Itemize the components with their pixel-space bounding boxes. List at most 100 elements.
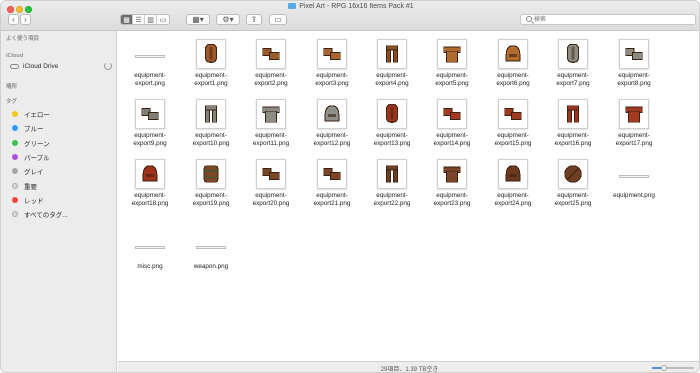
sidebar-item-tag[interactable]: すべてのタグ... [1, 208, 117, 220]
sidebar-item-tag[interactable]: レッド [1, 194, 117, 206]
file-item[interactable]: equipment-export9.png [119, 97, 181, 149]
view-mode-segmented-control: ▦ ☰ ▥ ▭ [120, 14, 170, 25]
sidebar-item-tag[interactable]: パープル [1, 151, 117, 163]
file-item[interactable]: equipment-export15.png [482, 97, 544, 149]
sidebar-item-label: パープル [24, 154, 50, 162]
wide-image-thumbnail-icon [135, 54, 165, 58]
column-view-button[interactable]: ▥ [145, 15, 157, 24]
file-name: misc.png [119, 263, 181, 271]
icon-size-slider[interactable] [652, 365, 694, 371]
file-item[interactable]: misc.png [119, 228, 181, 271]
file-item[interactable]: equipment-export18.png [119, 157, 181, 209]
file-name: equipment-export25.png [542, 192, 604, 209]
file-item[interactable]: equipment-export21.png [301, 157, 363, 209]
file-name: equipment-export20.png [240, 192, 302, 209]
file-item[interactable]: equipment-export2.png [240, 37, 302, 89]
sidebar-item-tag[interactable]: ブルー [1, 122, 117, 134]
toolbar: Pixel Art - RPG 16x16 Items Pack #1 ‹ › … [1, 1, 699, 31]
sidebar-item-label: すべてのタグ... [24, 212, 68, 220]
file-thumbnail [133, 97, 167, 131]
group-by-button[interactable]: ▦▾ [186, 14, 210, 25]
file-thumbnail [133, 228, 167, 262]
file-name-line: equipment- [618, 72, 650, 79]
file-item[interactable]: equipment-export23.png [421, 157, 483, 209]
file-thumbnail [254, 157, 288, 191]
file-name-line: equipment- [436, 72, 468, 79]
file-item[interactable]: equipment-export25.png [542, 157, 604, 209]
file-name-line: export25.png [554, 200, 592, 208]
gallery-view-button[interactable]: ▭ [157, 15, 169, 24]
file-item[interactable]: equipment-export16.png [542, 97, 604, 149]
file-name-line: export17.png [615, 140, 653, 148]
forward-button[interactable]: › [20, 14, 31, 25]
file-thumbnail [194, 228, 228, 262]
file-item[interactable]: equipment-export19.png [180, 157, 242, 209]
file-icon-grid: equipment-export.png equipment-export1.pn… [118, 31, 699, 361]
sidebar-item-tag[interactable]: 重要 [1, 180, 117, 192]
sidebar-item-label: イエロー [24, 112, 50, 119]
file-item[interactable]: equipment-export20.png [240, 157, 302, 209]
file-name-line: equipment- [255, 132, 287, 139]
file-name: equipment-export13.png [361, 132, 423, 149]
tag-button[interactable]: ▭ [269, 14, 287, 25]
file-item[interactable]: equipment-export12.png [301, 97, 363, 149]
file-thumbnail [435, 97, 469, 131]
file-item[interactable]: equipment.png [603, 157, 665, 200]
file-item[interactable]: equipment-export4.png [361, 37, 423, 89]
file-item[interactable]: equipment-export14.png [421, 97, 483, 149]
file-item[interactable]: equipment-export11.png [240, 97, 302, 149]
gloves-icon [317, 159, 347, 189]
file-item[interactable]: equipment-export8.png [603, 37, 665, 89]
tag-icon: ▭ [274, 15, 282, 24]
sidebar-item-tag[interactable]: グレイ [1, 165, 117, 177]
file-name-line: export24.png [494, 200, 532, 208]
armor-icon [437, 39, 467, 69]
action-button[interactable]: ⚙▾ [216, 14, 240, 25]
file-name-line: export.png [135, 80, 165, 88]
file-name-line: export19.png [192, 200, 230, 208]
icon-size-slider-knob[interactable] [660, 365, 667, 371]
file-name-line: equipment- [316, 192, 348, 199]
shield-icon [558, 39, 588, 69]
file-item[interactable]: equipment-export6.png [482, 37, 544, 89]
file-name: equipment-export21.png [301, 192, 363, 209]
file-item[interactable]: equipment-export13.png [361, 97, 423, 149]
file-thumbnail [375, 97, 409, 131]
icon-view-button[interactable]: ▦ [121, 15, 133, 24]
file-item[interactable]: equipment-export10.png [180, 97, 242, 149]
file-item[interactable]: equipment-export22.png [361, 157, 423, 209]
file-item[interactable]: equipment-export.png [119, 37, 181, 89]
search-input[interactable] [534, 15, 684, 24]
pants-icon [196, 99, 226, 129]
file-name-line: equipment- [497, 132, 529, 139]
file-item[interactable]: equipment-export7.png [542, 37, 604, 89]
file-name: equipment-export7.png [542, 72, 604, 89]
forward-arrow-icon: › [24, 15, 27, 24]
search-field[interactable] [520, 14, 696, 25]
file-name: equipment-export22.png [361, 192, 423, 209]
helmet-icon [498, 39, 528, 69]
list-view-button[interactable]: ☰ [133, 15, 145, 24]
file-item[interactable]: equipment-export1.png [180, 37, 242, 89]
sidebar-item-tag[interactable]: イエロー [1, 108, 117, 120]
file-name: equipment-export6.png [482, 72, 544, 89]
sidebar-item-tag[interactable]: グリーン [1, 137, 117, 149]
back-button[interactable]: ‹ [8, 14, 19, 25]
file-item[interactable]: weapon.png [180, 228, 242, 271]
file-item[interactable]: equipment-export5.png [421, 37, 483, 89]
file-name-line: equipment- [195, 72, 227, 79]
wide-image-thumbnail-icon [196, 245, 226, 249]
gloves-icon [135, 99, 165, 129]
sidebar-item-label: iCloud Drive [23, 62, 59, 70]
file-thumbnail [315, 97, 349, 131]
file-item[interactable]: equipment-export3.png [301, 37, 363, 89]
file-item[interactable]: equipment-export24.png [482, 157, 544, 209]
file-thumbnail [194, 37, 228, 71]
file-name: equipment-export15.png [482, 132, 544, 149]
file-thumbnail [375, 157, 409, 191]
share-button[interactable]: ⇪ [246, 14, 262, 25]
file-name: equipment.png [603, 192, 665, 200]
helmet-icon [317, 99, 347, 129]
file-item[interactable]: equipment-export17.png [603, 97, 665, 149]
sidebar-item-icloud-drive[interactable]: iCloud Drive [1, 60, 117, 72]
